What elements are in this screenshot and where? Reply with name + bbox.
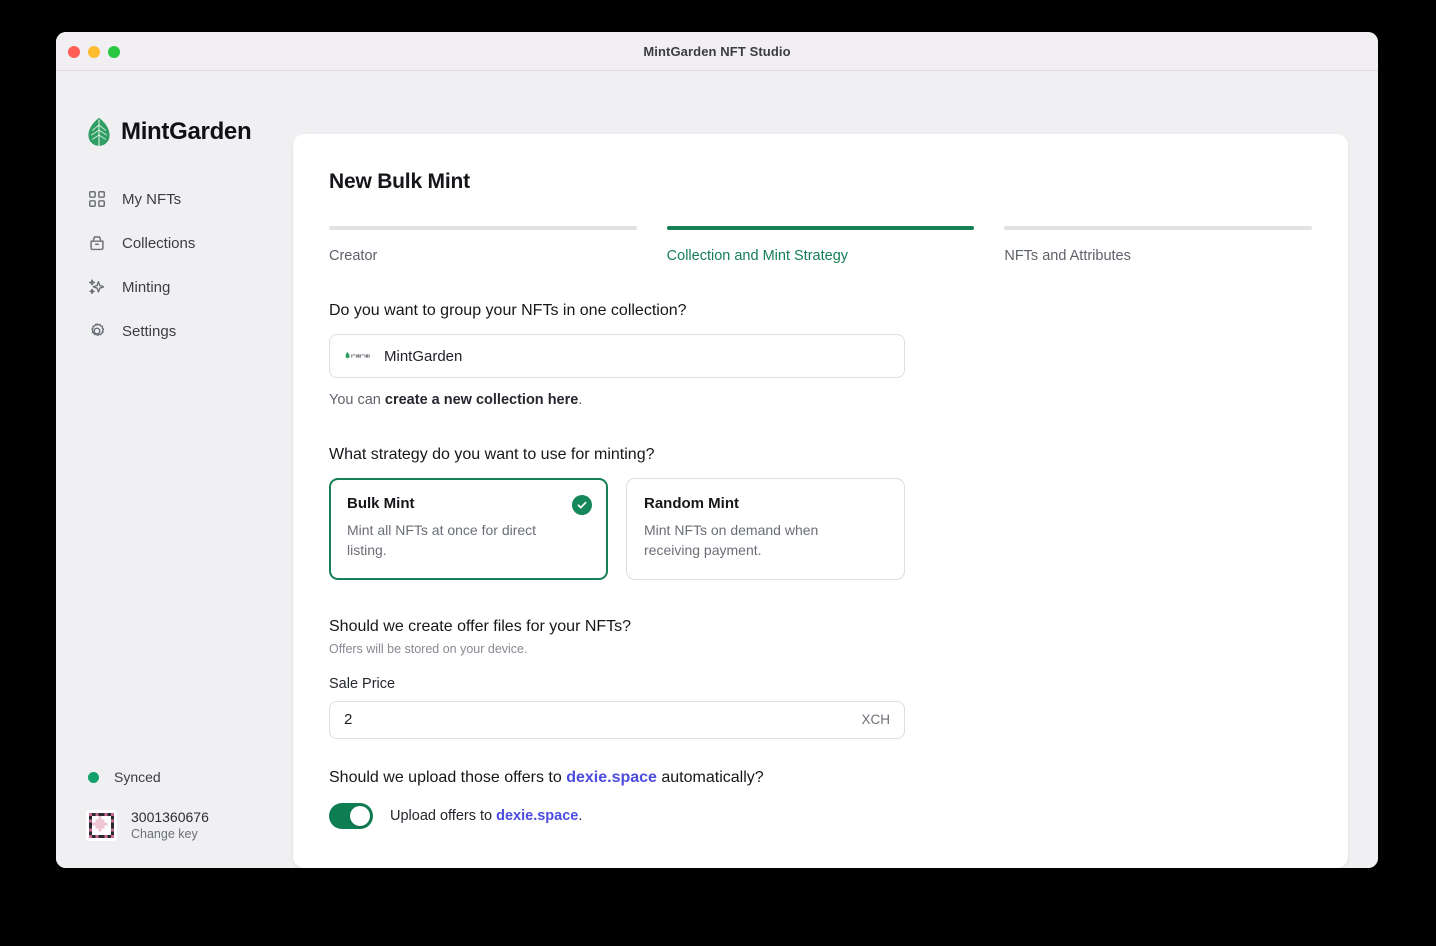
minimize-window-button[interactable] <box>88 45 100 58</box>
change-key-link[interactable]: Change key <box>131 827 209 842</box>
sidebar-item-collections[interactable]: Collections <box>56 221 293 265</box>
sync-status-label: Synced <box>114 769 161 786</box>
maximize-window-button[interactable] <box>108 45 120 58</box>
strategy-option-bulk-mint[interactable]: Bulk Mint Mint all NFTs at once for dire… <box>329 478 608 580</box>
collection-select-value: MintGarden <box>384 347 463 365</box>
toggle-label-prefix: Upload offers to <box>390 807 497 824</box>
sidebar-item-my-nfts[interactable]: My NFTs <box>56 177 293 221</box>
sidebar-item-minting[interactable]: Minting <box>56 265 293 309</box>
upload-toggle-row: Upload offers to dexie.space. <box>329 802 905 829</box>
page-title: New Bulk Mint <box>329 170 470 193</box>
main-area: New Bulk Mint Creator Collection and Min… <box>293 71 1378 868</box>
brand: MintGarden <box>56 71 293 147</box>
gear-icon <box>86 320 108 342</box>
window-controls <box>68 32 120 71</box>
mintgarden-leaf-icon <box>86 117 112 147</box>
upload-question-prefix: Should we upload those offers to <box>329 768 567 786</box>
strategy-option-random-mint[interactable]: Random Mint Mint NFTs on demand when rec… <box>626 478 905 580</box>
sidebar-item-settings[interactable]: Settings <box>56 309 293 353</box>
step-collection-and-mint-strategy[interactable]: Collection and Mint Strategy <box>666 226 975 264</box>
strategy-option-title: Bulk Mint <box>347 495 415 512</box>
create-collection-helper: You can create a new collection here. <box>329 392 905 408</box>
wallet-key-row[interactable]: 3001360676 Change key <box>56 809 293 842</box>
identicon-avatar <box>86 810 117 842</box>
check-circle-icon <box>572 495 592 515</box>
sidebar-item-label: My NFTs <box>122 190 182 208</box>
helper-prefix: You can <box>329 392 385 408</box>
strategy-option-title: Random Mint <box>644 495 739 512</box>
collection-select[interactable]: MintGarden <box>329 334 905 378</box>
sidebar-item-label: Settings <box>122 322 177 340</box>
collection-question: Do you want to group your NFTs in one co… <box>329 302 687 319</box>
strategy-question: What strategy do you want to use for min… <box>329 446 655 463</box>
step-label: Creator <box>329 248 378 264</box>
content-card: New Bulk Mint Creator Collection and Min… <box>293 134 1348 868</box>
brand-name: MintGarden <box>121 118 252 145</box>
helper-suffix: . <box>578 392 583 408</box>
upload-question: Should we upload those offers to dexie.s… <box>329 769 905 787</box>
step-progress-bar <box>666 226 975 230</box>
upload-toggle-label: Upload offers to dexie.space. <box>390 808 582 824</box>
toggle-label-suffix: . <box>578 807 583 824</box>
sync-status-dot <box>88 771 99 783</box>
offers-question: Should we create offer files for your NF… <box>329 617 632 635</box>
step-creator[interactable]: Creator <box>329 226 637 264</box>
sparkles-icon <box>86 276 108 298</box>
create-collection-link[interactable]: create a new collection here <box>385 392 578 408</box>
step-progress-bar <box>329 226 637 230</box>
sidebar-item-label: Collections <box>122 234 196 252</box>
upload-offers-toggle[interactable] <box>329 802 373 829</box>
archive-box-icon <box>86 232 108 254</box>
sale-price-input[interactable] <box>344 711 854 729</box>
step-nfts-and-attributes[interactable]: NFTs and Attributes <box>1004 226 1313 264</box>
title-bar: MintGarden NFT Studio <box>56 32 1378 71</box>
strategy-options: Bulk Mint Mint all NFTs at once for dire… <box>329 478 905 580</box>
toggle-knob <box>350 805 370 826</box>
sale-price-label: Sale Price <box>329 675 396 692</box>
offers-subtitle: Offers will be stored on your device. <box>329 641 528 656</box>
close-window-button[interactable] <box>68 45 80 58</box>
window-title: MintGarden NFT Studio <box>643 43 791 59</box>
sale-price-currency: XCH <box>861 712 890 728</box>
step-indicator: Creator Collection and Mint Strategy NFT… <box>329 226 1313 264</box>
sync-status: Synced <box>56 769 293 785</box>
step-label: NFTs and Attributes <box>1004 248 1131 264</box>
sidebar-item-label: Minting <box>122 278 171 296</box>
strategy-option-description: Mint NFTs on demand when receiving payme… <box>644 522 819 559</box>
sidebar: MintGarden My NFTs Collections Minting S… <box>56 71 293 868</box>
window-body: MintGarden My NFTs Collections Minting S… <box>56 71 1378 868</box>
dexie-space-link[interactable]: dexie.space <box>496 808 578 824</box>
strategy-option-description: Mint all NFTs at once for direct listing… <box>347 522 537 559</box>
grid-icon <box>86 188 108 210</box>
wallet-fingerprint: 3001360676 <box>131 809 209 826</box>
step-progress-bar <box>1004 226 1313 230</box>
collection-thumbnail-icon <box>344 347 372 365</box>
dexie-space-link[interactable]: dexie.space <box>566 769 657 786</box>
app-window: MintGarden NFT Studio MintGarden My NFTs… <box>56 32 1378 868</box>
bulk-mint-form: Do you want to group your NFTs in one co… <box>329 302 905 829</box>
upload-question-suffix: automatically? <box>656 768 764 786</box>
sale-price-field[interactable]: XCH <box>329 700 905 739</box>
step-label: Collection and Mint Strategy <box>666 248 849 264</box>
sidebar-nav: My NFTs Collections Minting Settings <box>56 177 293 353</box>
wallet-key-text: 3001360676 Change key <box>131 809 209 842</box>
